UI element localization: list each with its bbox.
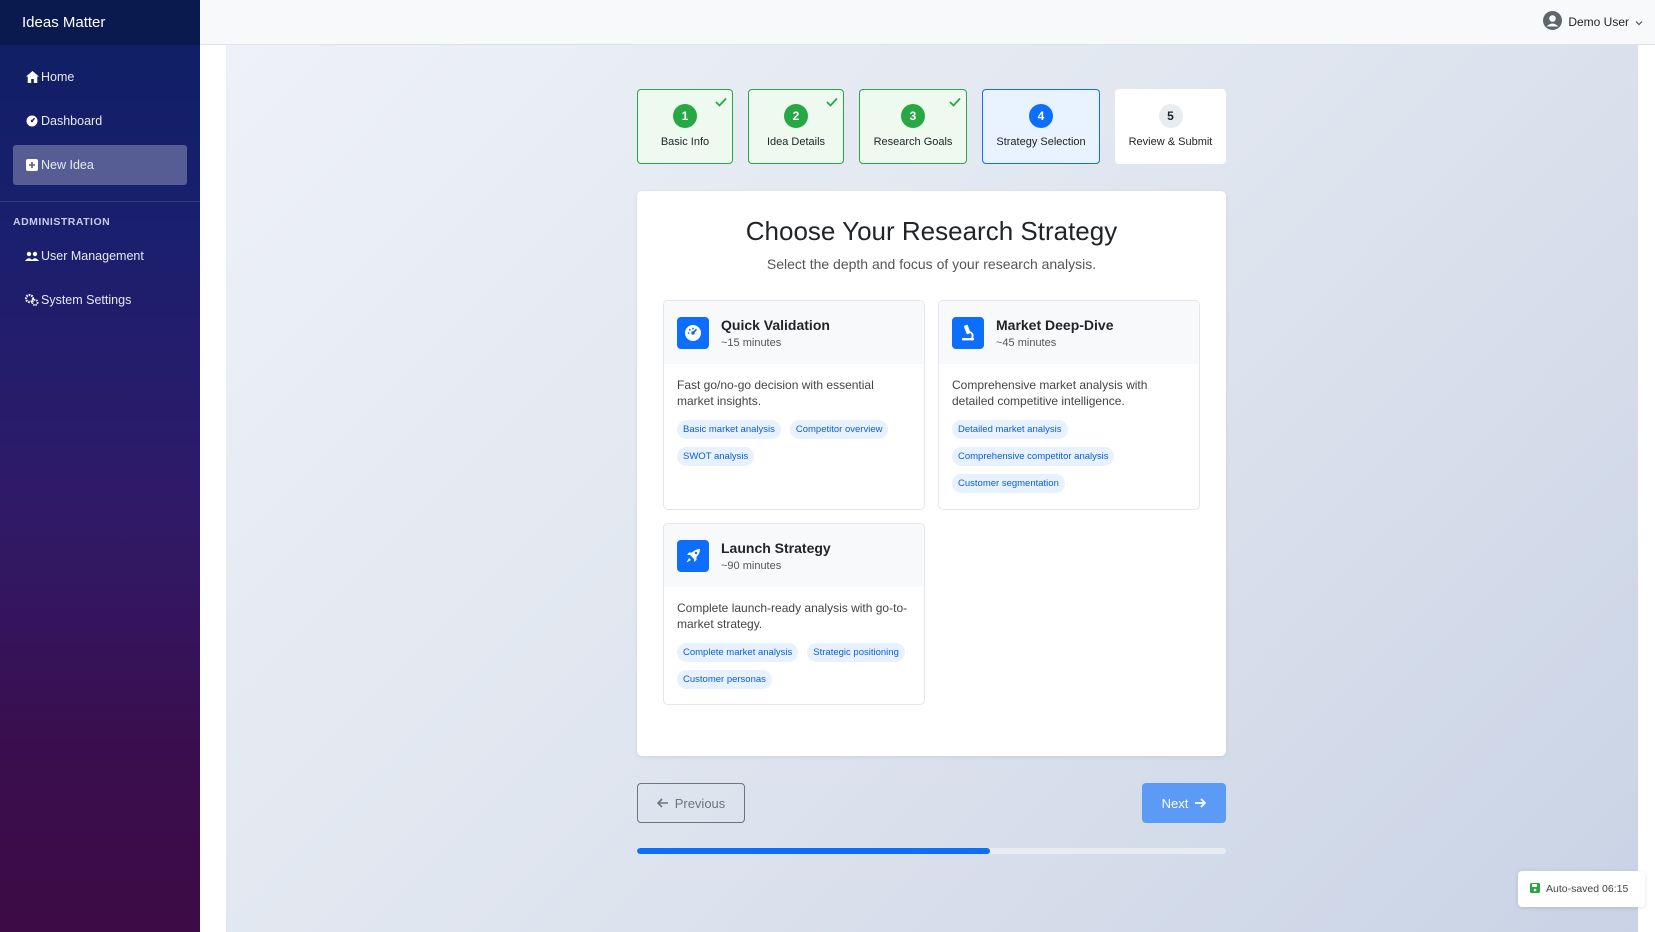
step-label: Basic Info [660,136,710,148]
feature-tag: Customer personas [677,670,772,689]
option-tags: Complete market analysis Strategic posit… [664,632,924,689]
step-label: Research Goals [873,136,953,148]
sidebar-item-label: Home [41,70,75,84]
previous-label: Previous [674,795,726,811]
option-description: Fast go/no-go decision with essential ma… [677,378,874,408]
gears-icon [25,293,39,307]
feature-tag: Detailed market analysis [952,420,1068,439]
step-research-goals[interactable]: 3 Research Goals [859,89,967,164]
gauge-icon [25,114,39,128]
arrow-left-icon [656,796,669,811]
rocket-icon [677,539,709,572]
option-title: Launch Strategy [721,539,831,556]
user-menu[interactable]: Demo User [1543,11,1643,33]
autosave-indicator: Auto-saved 06:15 [1518,871,1645,907]
top-bar: Demo User [200,0,1655,45]
gauge-icon [677,316,709,349]
step-number: 2 [784,104,808,128]
option-duration: ~45 minutes [996,336,1057,349]
user-name: Demo User [1568,15,1629,29]
feature-tag: Strategic positioning [807,643,905,662]
option-market-deep-dive[interactable]: Market Deep-Dive ~45 minutes Comprehensi… [938,300,1200,510]
feature-tag: Basic market analysis [677,420,781,439]
option-header: Quick Validation ~15 minutes [664,301,924,364]
option-description: Complete launch-ready analysis with go-t… [677,601,908,631]
page-subtitle: Select the depth and focus of your resea… [766,256,1097,272]
step-label: Idea Details [766,136,826,148]
step-number: 1 [673,104,697,128]
option-title: Market Deep-Dive [996,316,1114,333]
option-header: Market Deep-Dive ~45 minutes [939,301,1199,364]
content-gutter-right [1638,45,1655,932]
progress-fill [637,848,991,854]
arrow-right-icon [1194,796,1207,811]
sidebar-item-home[interactable]: Home [13,57,187,97]
plus-square-icon [25,158,39,172]
step-label: Strategy Selection [996,136,1086,148]
feature-tag: Customer segmentation [952,474,1065,493]
step-review-submit[interactable]: 5 Review & Submit [1115,89,1226,164]
check-icon [949,94,961,112]
users-icon [25,249,39,263]
sidebar: Ideas Matter Home Dashboard New Idea ADM… [0,0,200,932]
autosave-text: Auto-saved 06:15 [1546,883,1629,895]
sidebar-item-system-settings[interactable]: System Settings [13,280,187,320]
option-header: Launch Strategy ~90 minutes [664,524,924,587]
sidebar-item-label: System Settings [41,293,132,307]
step-strategy-selection[interactable]: 4 Strategy Selection [982,89,1100,164]
feature-tag: Complete market analysis [677,643,799,662]
chevron-down-icon [1635,15,1643,29]
sidebar-item-user-management[interactable]: User Management [13,236,187,276]
option-description: Comprehensive market analysis with detai… [952,378,1148,408]
step-basic-info[interactable]: 1 Basic Info [637,89,733,164]
next-label: Next [1161,795,1189,811]
step-number: 3 [901,104,925,128]
admin-section-heading: ADMINISTRATION [13,216,111,228]
step-label: Review & Submit [1128,136,1213,148]
option-quick-validation[interactable]: Quick Validation ~15 minutes Fast go/no-… [663,300,925,510]
save-icon [1530,882,1540,896]
content-gutter-left [200,45,226,932]
sidebar-item-label: Dashboard [41,114,103,128]
sidebar-item-label: User Management [41,249,144,263]
sidebar-item-label: New Idea [41,158,94,172]
sidebar-item-dashboard[interactable]: Dashboard [13,101,187,141]
feature-tag: Competitor overview [789,420,889,439]
sidebar-item-new-idea[interactable]: New Idea [13,145,187,185]
page-title: Choose Your Research Strategy [745,216,1118,246]
microscope-icon [952,316,984,349]
check-icon [826,94,838,112]
sidebar-divider [0,201,200,202]
step-idea-details[interactable]: 2 Idea Details [748,89,844,164]
home-icon [25,70,39,84]
wizard-stepper: 1 Basic Info 2 Idea Details 3 Research G… [637,89,1226,164]
option-tags: Detailed market analysis Comprehensive c… [939,409,1199,493]
option-title: Quick Validation [721,316,830,333]
option-tags: Basic market analysis Competitor overvie… [664,409,924,466]
wizard-progress-bar [637,848,1226,854]
feature-tag: SWOT analysis [677,447,755,466]
sidebar-nav: Home Dashboard New Idea [0,45,200,185]
strategy-card: Choose Your Research Strategy Select the… [637,191,1226,756]
option-duration: ~15 minutes [721,336,782,349]
option-launch-strategy[interactable]: Launch Strategy ~90 minutes Complete lau… [663,523,925,705]
user-avatar-icon [1543,11,1563,33]
next-button[interactable]: Next [1142,783,1226,823]
check-icon [715,94,727,112]
step-number: 4 [1029,104,1053,128]
step-number: 5 [1158,104,1183,128]
option-duration: ~90 minutes [721,559,782,572]
feature-tag: Comprehensive competitor analysis [952,447,1115,466]
app-brand[interactable]: Ideas Matter [0,0,200,45]
previous-button[interactable]: Previous [637,783,745,823]
